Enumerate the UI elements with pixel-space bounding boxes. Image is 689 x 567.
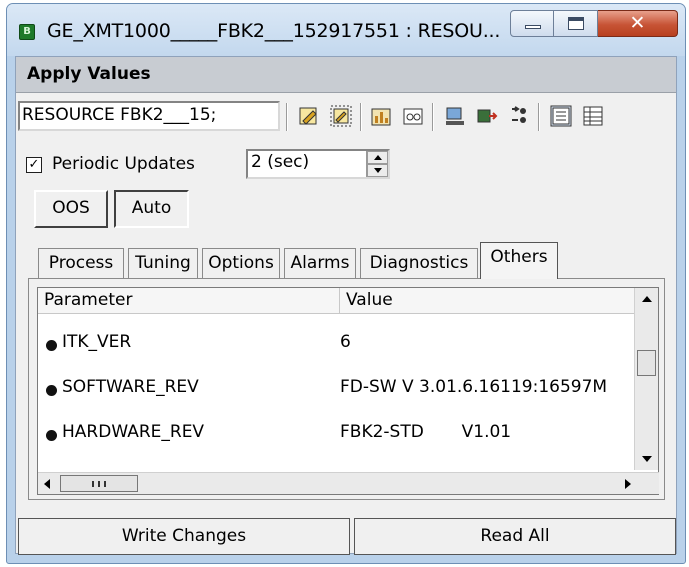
tab-options[interactable]: Options <box>202 248 280 278</box>
scroll-up-icon[interactable] <box>642 296 652 302</box>
toolbar-separator <box>286 103 288 131</box>
minimize-button[interactable] <box>510 10 554 37</box>
spinner-down-button[interactable] <box>367 164 388 177</box>
toolbar: RESOURCE FBK2___15; <box>16 95 676 139</box>
glasses-icon[interactable] <box>402 105 424 127</box>
periodic-updates-checkbox[interactable]: ✓ <box>26 157 42 173</box>
spinner-up-button[interactable] <box>367 151 388 164</box>
others-tab-panel: Parameter Value ITK_VER 6 SOFTWARE_REV F… <box>28 278 665 500</box>
scroll-right-icon[interactable] <box>625 479 631 489</box>
tab-tuning[interactable]: Tuning <box>128 248 198 278</box>
tab-process[interactable]: Process <box>38 248 124 278</box>
periodic-updates-label: Periodic Updates <box>52 154 195 174</box>
write-changes-button[interactable]: Write Changes <box>18 518 350 555</box>
toolbar-separator <box>432 103 434 131</box>
resource-selector-field[interactable]: RESOURCE FBK2___15; <box>18 101 280 131</box>
parameter-list[interactable]: Parameter Value ITK_VER 6 SOFTWARE_REV F… <box>37 287 659 495</box>
list-row[interactable]: HARDWARE_REV FBK2-STD V1.01 <box>38 418 635 448</box>
window: B GE_XMT1000_____FBK2___152917551 : RESO… <box>6 3 686 564</box>
scroll-left-icon[interactable] <box>44 479 50 489</box>
auto-mode-button[interactable]: Auto <box>114 190 189 228</box>
parameter-value: FD-SW V 3.01.6.16119:16597M <box>340 377 608 397</box>
maximize-icon <box>568 17 584 30</box>
close-button[interactable]: ✕ <box>598 10 678 37</box>
title-bar[interactable]: B GE_XMT1000_____FBK2___152917551 : RESO… <box>7 4 685 56</box>
window-title: GE_XMT1000_____FBK2___152917551 : RESOU.… <box>47 20 501 42</box>
device-download-icon[interactable] <box>444 105 466 127</box>
footer-buttons: Write Changes Read All <box>16 518 676 555</box>
vertical-scroll-thumb[interactable] <box>637 350 656 376</box>
tab-diagnostics[interactable]: Diagnostics <box>360 248 478 278</box>
menu-apply-values[interactable]: Apply Values <box>27 64 151 84</box>
update-interval-spinner[interactable]: 2 (sec) <box>246 149 390 179</box>
edit-doc-selected-icon[interactable] <box>330 105 352 127</box>
minimize-icon <box>525 25 541 29</box>
column-header-parameter[interactable]: Parameter <box>38 288 340 314</box>
bullet-icon <box>46 385 57 396</box>
parameter-name: HARDWARE_REV <box>62 422 205 442</box>
horizontal-scroll-thumb[interactable] <box>60 475 138 492</box>
read-all-button[interactable]: Read All <box>354 518 676 555</box>
parameter-name: ITK_VER <box>62 332 132 352</box>
vertical-scrollbar[interactable] <box>634 288 658 470</box>
list-row[interactable]: ITK_VER 6 <box>38 328 635 358</box>
parameter-value: 6 <box>340 332 351 352</box>
menu-bar: Apply Values <box>16 57 676 93</box>
toolbar-separator <box>360 103 362 131</box>
column-header-value[interactable]: Value <box>340 288 635 314</box>
arrange-icon[interactable] <box>508 105 530 127</box>
app-icon: B <box>19 24 35 40</box>
horizontal-scrollbar[interactable] <box>38 472 659 494</box>
grip-icon <box>92 481 106 487</box>
chart-icon[interactable] <box>370 105 392 127</box>
detail-view-icon[interactable] <box>582 105 604 127</box>
list-view-icon[interactable] <box>550 105 572 127</box>
bullet-icon <box>46 340 57 351</box>
device-upload-icon[interactable] <box>476 105 498 127</box>
toolbar-separator <box>538 103 540 131</box>
tab-alarms[interactable]: Alarms <box>284 248 356 278</box>
update-interval-value[interactable]: 2 (sec) <box>251 152 309 172</box>
close-icon: ✕ <box>629 12 646 34</box>
spinner-buttons <box>366 151 388 177</box>
list-header: Parameter Value <box>38 288 635 314</box>
bullet-icon <box>46 430 57 441</box>
scroll-down-icon[interactable] <box>642 456 652 462</box>
maximize-button[interactable] <box>554 10 598 37</box>
parameter-name: SOFTWARE_REV <box>62 377 199 397</box>
list-row[interactable]: SOFTWARE_REV FD-SW V 3.01.6.16119:16597M <box>38 373 635 403</box>
oos-mode-button[interactable]: OOS <box>34 190 108 228</box>
edit-doc-icon[interactable] <box>298 105 320 127</box>
client-area: Apply Values RESOURCE FBK2___15; ✓ Perio… <box>15 56 677 555</box>
parameter-value: FBK2-STD V1.01 <box>340 422 512 442</box>
tab-others[interactable]: Others <box>480 242 558 279</box>
